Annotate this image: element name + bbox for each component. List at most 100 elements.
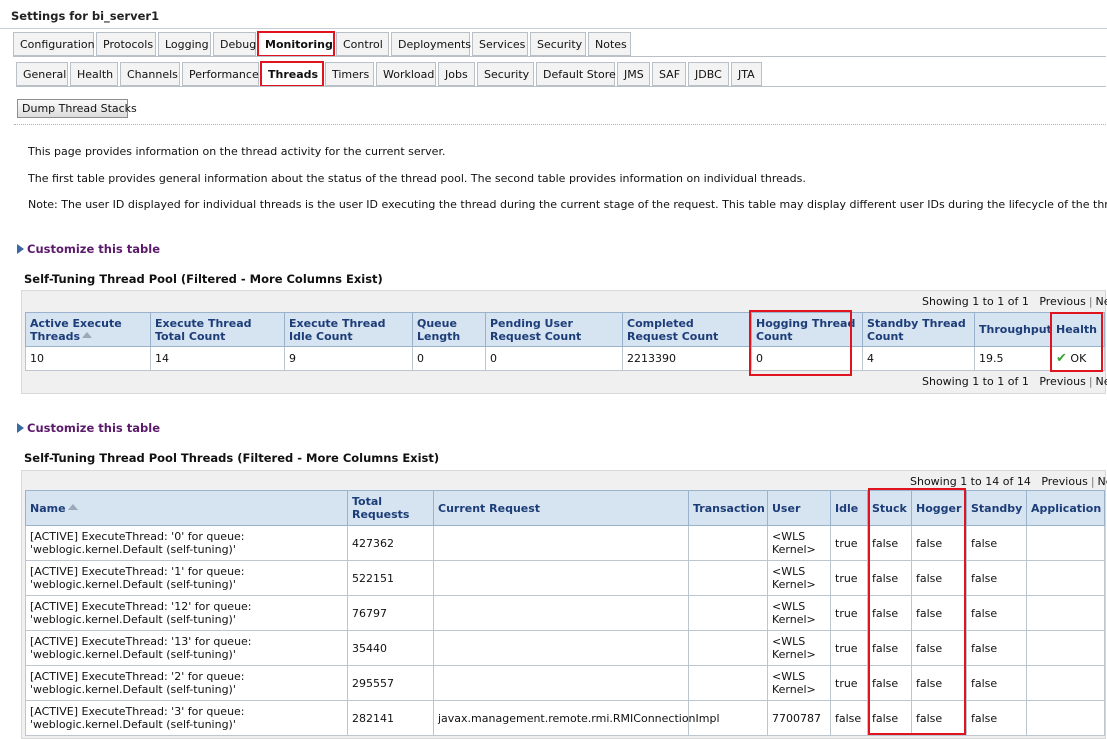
cell-user: <WLS Kernel> — [767, 525, 831, 561]
cell-current: javax.management.remote.rmi.RMIConnectio… — [433, 700, 720, 736]
page-title: Settings for bi_server1 — [0, 0, 1107, 29]
tab-services[interactable]: Services — [472, 32, 528, 56]
pager-status: Showing 1 to 14 of 14 — [910, 475, 1031, 488]
cell-idle: true — [830, 560, 868, 596]
cell-user: <WLS Kernel> — [767, 630, 831, 666]
col-current-request[interactable]: Current Request — [433, 490, 689, 526]
col-transaction[interactable]: Transaction — [688, 490, 768, 526]
pager-separator: | — [1088, 375, 1093, 388]
col-active-execute-threads[interactable]: Active Execute Threads — [25, 312, 151, 347]
col-throughput[interactable]: Throughput — [974, 312, 1052, 347]
pager-next[interactable]: Next — [1096, 295, 1107, 308]
subtab-security[interactable]: Security — [477, 62, 534, 86]
pager-previous[interactable]: Previous — [1041, 475, 1088, 488]
customize-table-link[interactable]: Customize this table — [17, 421, 160, 435]
cell-standby: false — [966, 700, 1027, 736]
col-user[interactable]: User — [767, 490, 831, 526]
tab-logging[interactable]: Logging — [158, 32, 211, 56]
col-total-requests[interactable]: Total Requests — [347, 490, 434, 526]
tab-deployments[interactable]: Deployments — [391, 32, 471, 56]
col-completed-request[interactable]: Completed Request Count — [622, 312, 752, 347]
cell-name: [ACTIVE] ExecuteThread: '1' for queue: '… — [25, 560, 348, 596]
col-name[interactable]: Name — [25, 490, 348, 526]
cell-idle: false — [830, 700, 868, 736]
subtab-channels[interactable]: Channels — [120, 62, 180, 86]
col-stuck[interactable]: Stuck — [867, 490, 912, 526]
cell-user: <WLS Kernel> — [767, 595, 831, 631]
subtab-health[interactable]: Health — [70, 62, 118, 86]
subtab-saf[interactable]: SAF — [652, 62, 686, 86]
col-hogging-thread[interactable]: Hogging Thread Count — [751, 312, 863, 347]
cell-health: ✔ OK — [1051, 346, 1105, 371]
tab-configuration[interactable]: Configuration — [13, 32, 95, 56]
cell-current — [433, 630, 689, 666]
subtab-default-store[interactable]: Default Store — [536, 62, 616, 86]
subtab-jta[interactable]: JTA — [731, 62, 762, 86]
cell-total: 14 — [150, 346, 285, 371]
subtab-workload[interactable]: Workload — [376, 62, 436, 86]
tab-security[interactable]: Security — [530, 32, 586, 56]
cell-user: 7700787 — [767, 700, 831, 736]
subtab-jms[interactable]: JMS — [617, 62, 650, 86]
col-execute-thread-total[interactable]: Execute Thread Total Count — [150, 312, 285, 347]
cell-user: <WLS Kernel> — [767, 665, 831, 701]
subtab-general[interactable]: General — [16, 62, 68, 86]
col-pending-user-request[interactable]: Pending User Request Count — [485, 312, 623, 347]
main-tab-underline — [13, 56, 1106, 57]
table-row: [ACTIVE] ExecuteThread: '0' for queue: '… — [25, 525, 1105, 561]
tab-debug[interactable]: Debug — [213, 32, 256, 56]
col-health[interactable]: Health — [1051, 312, 1105, 347]
subtab-timers[interactable]: Timers — [325, 62, 374, 86]
cell-standby: false — [966, 665, 1027, 701]
cell-application — [1026, 630, 1105, 666]
sort-ascending-icon[interactable] — [82, 331, 93, 339]
col-execute-thread-idle[interactable]: Execute Thread Idle Count — [284, 312, 413, 347]
subtab-jdbc[interactable]: JDBC — [688, 62, 729, 86]
header-label: Active Execute Threads — [30, 316, 122, 343]
col-hogger[interactable]: Hogger — [911, 490, 967, 526]
intro-note: Note: The user ID displayed for individu… — [28, 198, 1107, 211]
sort-ascending-icon[interactable] — [67, 503, 79, 511]
cell-hogging: 0 — [751, 346, 863, 371]
customize-table-link[interactable]: Customize this table — [17, 242, 160, 256]
table-row: [ACTIVE] ExecuteThread: '2' for queue: '… — [25, 665, 1105, 701]
col-queue-length[interactable]: Queue Length — [412, 312, 486, 347]
subtab-threads[interactable]: Threads — [260, 61, 324, 87]
tab-control[interactable]: Control — [336, 32, 389, 56]
col-standby-thread[interactable]: Standby Thread Count — [862, 312, 975, 347]
subtab-performance[interactable]: Performance — [182, 62, 259, 86]
cell-total: 522151 — [347, 560, 434, 596]
tab-monitoring[interactable]: Monitoring — [257, 31, 335, 57]
dump-thread-stacks-button[interactable]: Dump Thread Stacks — [17, 99, 137, 118]
cell-standby: false — [966, 595, 1027, 631]
pager-previous[interactable]: Previous — [1039, 375, 1086, 388]
customize-label: Customize this table — [27, 242, 160, 256]
subtab-jobs[interactable]: Jobs — [438, 62, 475, 86]
main-tab-bar: Configuration Protocols Logging Debug Mo… — [13, 31, 633, 57]
pager-previous[interactable]: Previous — [1039, 295, 1086, 308]
cell-hogger: false — [911, 560, 967, 596]
tab-notes[interactable]: Notes — [588, 32, 631, 56]
cell-application — [1026, 525, 1105, 561]
col-idle[interactable]: Idle — [830, 490, 868, 526]
col-standby[interactable]: Standby — [966, 490, 1027, 526]
threads-table: Name Total Requests Current Request Tran… — [25, 490, 1105, 736]
cell-application — [1026, 595, 1105, 631]
tab-protocols[interactable]: Protocols — [96, 32, 156, 56]
divider — [14, 124, 1106, 125]
threads-table-title: Self-Tuning Thread Pool Threads (Filtere… — [24, 451, 440, 465]
pager-next[interactable]: Next — [1096, 375, 1107, 388]
cell-total: 427362 — [347, 525, 434, 561]
cell-transaction — [688, 595, 768, 631]
cell-standby: false — [966, 525, 1027, 561]
cell-transaction — [688, 560, 768, 596]
table-row: [ACTIVE] ExecuteThread: '13' for queue: … — [25, 630, 1105, 666]
pager-next[interactable]: Next — [1098, 475, 1107, 488]
cell-standby: false — [966, 560, 1027, 596]
col-application[interactable]: Application — [1026, 490, 1105, 526]
customize-label: Customize this table — [27, 421, 160, 435]
threads-pager-top: Showing 1 to 14 of 14 Previous|Next — [910, 475, 1107, 488]
cell-total: 282141 — [347, 700, 434, 736]
intro-paragraph: This page provides information on the th… — [28, 145, 446, 158]
cell-user: <WLS Kernel> — [767, 560, 831, 596]
